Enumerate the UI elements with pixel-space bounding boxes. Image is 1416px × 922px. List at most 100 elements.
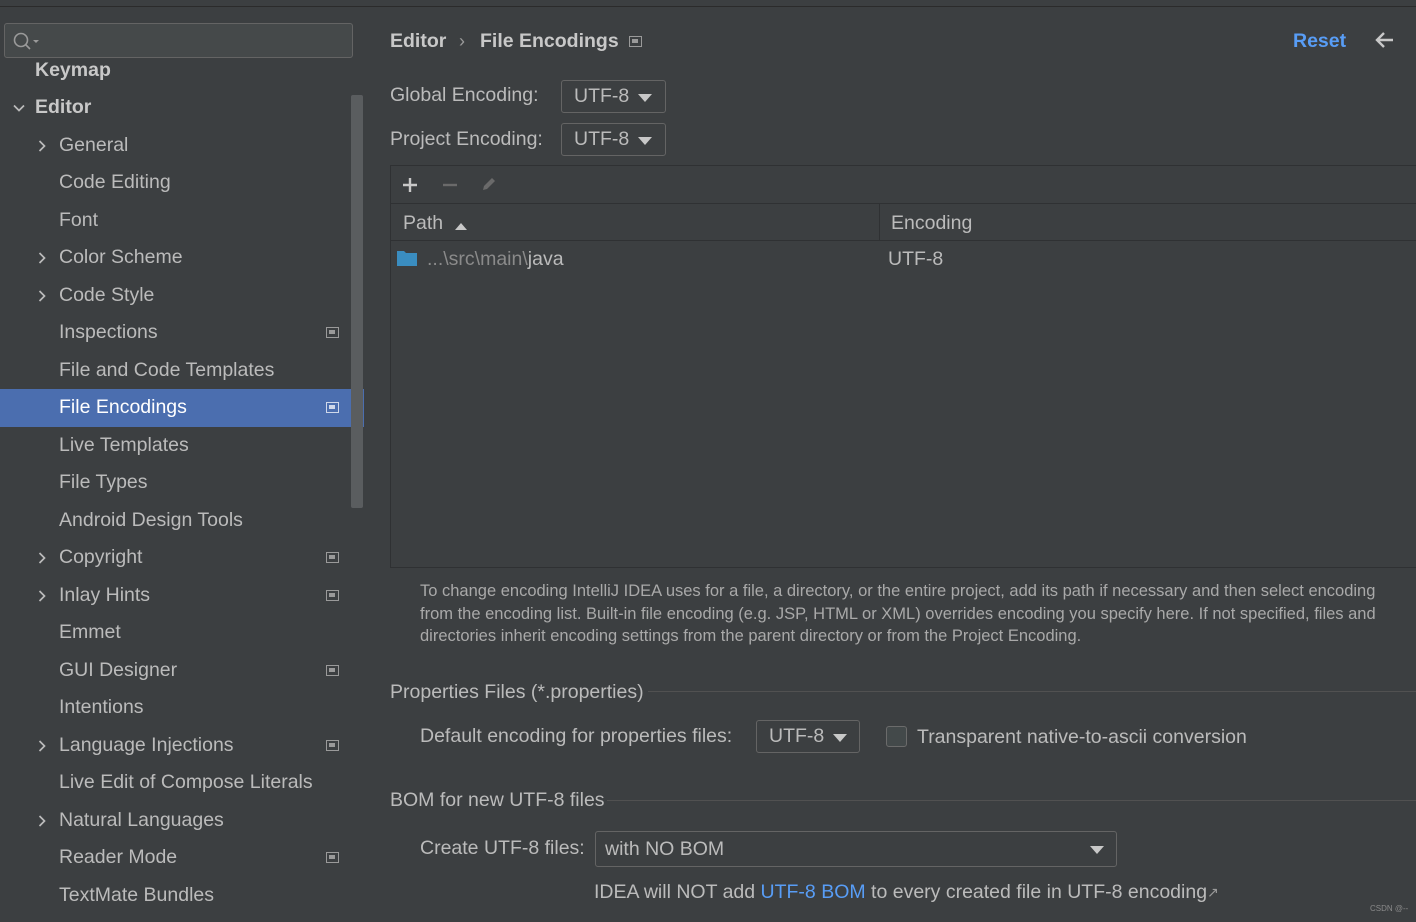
tree-item-file-types[interactable]: File Types [0, 464, 364, 502]
transparent-native-to-ascii-checkbox[interactable] [886, 726, 907, 747]
global-encoding-dropdown[interactable]: UTF-8 [561, 80, 666, 113]
tree-item-label: General [59, 133, 129, 156]
table-body: ...\src\main\java UTF-8 [391, 242, 1416, 567]
dropdown-arrow-icon [638, 94, 652, 102]
tree-item-emmet[interactable]: Emmet [0, 614, 364, 652]
table-row[interactable]: ...\src\main\java UTF-8 [391, 242, 1416, 279]
external-link-icon: ↗ [1207, 884, 1219, 900]
column-divider[interactable] [879, 204, 880, 240]
tree-item-live-templates[interactable]: Live Templates [0, 427, 364, 465]
tree-item-label: Keymap [35, 59, 111, 81]
project-settings-icon [629, 36, 642, 47]
settings-sidebar: Keymap Editor General Code Editing Font … [0, 7, 364, 922]
tree-item-editor[interactable]: Editor [0, 89, 364, 127]
tree-item-label: Emmet [59, 621, 121, 644]
bom-note: IDEA will NOT add UTF-8 BOM to every cre… [594, 881, 1207, 904]
tree-item-code-style[interactable]: Code Style [0, 277, 364, 315]
column-header-encoding[interactable]: Encoding [891, 212, 972, 235]
dropdown-arrow-icon [638, 137, 652, 145]
tree-item-label: Editor [35, 96, 92, 119]
table-toolbar [391, 166, 1416, 204]
global-encoding-value: UTF-8 [574, 85, 630, 107]
folder-icon [396, 249, 418, 267]
tree-item-copyright[interactable]: Copyright [0, 539, 364, 577]
bom-section-title: BOM for new UTF-8 files [390, 789, 605, 811]
chevron-right-icon[interactable] [35, 139, 49, 153]
chevron-right-icon[interactable] [35, 814, 49, 828]
transparent-native-to-ascii-label[interactable]: Transparent native-to-ascii conversion [917, 726, 1247, 749]
sidebar-scrollbar[interactable] [351, 95, 363, 508]
tree-item-inspections[interactable]: Inspections [0, 314, 364, 352]
chevron-down-icon[interactable] [12, 101, 26, 115]
project-settings-icon [326, 402, 339, 413]
search-icon [12, 31, 44, 53]
project-settings-icon [326, 852, 339, 863]
section-divider [648, 691, 1416, 692]
tree-item-label: Color Scheme [59, 246, 183, 269]
tree-item-code-editing[interactable]: Code Editing [0, 164, 364, 202]
tree-item-font[interactable]: Font [0, 202, 364, 240]
search-input[interactable] [45, 28, 345, 53]
edit-pencil-icon[interactable] [479, 174, 499, 194]
tree-item-label: Live Edit of Compose Literals [59, 771, 313, 794]
project-settings-icon [326, 664, 339, 676]
tree-item-android-design-tools[interactable]: Android Design Tools [0, 502, 364, 540]
tree-item-file-and-code-templates[interactable]: File and Code Templates [0, 352, 364, 390]
settings-tree: Keymap Editor General Code Editing Font … [0, 59, 364, 915]
help-line: from the encoding list. Built-in file en… [420, 604, 1376, 623]
chevron-right-icon[interactable] [35, 739, 49, 753]
tree-item-textmate-bundles[interactable]: TextMate Bundles [0, 877, 364, 915]
tree-item-label: Font [59, 208, 99, 231]
tree-item-label: TextMate Bundles [59, 883, 215, 906]
properties-encoding-dropdown[interactable]: UTF-8 [756, 720, 860, 753]
encoding-help-text: To change encoding IntelliJ IDEA uses fo… [420, 580, 1376, 648]
tree-item-label: Inlay Hints [59, 583, 151, 606]
tree-item-live-edit-of-compose-literals[interactable]: Live Edit of Compose Literals [0, 764, 364, 802]
chevron-right-icon[interactable] [35, 289, 49, 303]
reset-link[interactable]: Reset [1293, 30, 1346, 53]
bom-note-text: IDEA will NOT add [594, 881, 761, 903]
remove-icon[interactable] [441, 176, 459, 194]
tree-item-general[interactable]: General [0, 127, 364, 165]
project-encoding-dropdown[interactable]: UTF-8 [561, 123, 666, 156]
window-top-edge [0, 0, 1416, 7]
table-header: Path Encoding [391, 204, 1416, 241]
tree-item-label: Language Injections [59, 733, 234, 756]
properties-section-title: Properties Files (*.properties) [390, 681, 644, 703]
tree-item-gui-designer[interactable]: GUI Designer [0, 652, 364, 690]
global-encoding-label: Global Encoding: [390, 84, 539, 106]
utf8-bom-link[interactable]: UTF-8 BOM [761, 881, 866, 903]
settings-search-box[interactable] [4, 23, 353, 58]
tree-item-label: GUI Designer [59, 658, 178, 681]
help-line: directories inherit encoding settings fr… [420, 627, 1082, 645]
tree-item-label: File Types [59, 471, 148, 494]
help-line: To change encoding IntelliJ IDEA uses fo… [420, 582, 1376, 600]
section-divider [607, 800, 1416, 801]
tree-item-intentions[interactable]: Intentions [0, 689, 364, 727]
breadcrumb-parent[interactable]: Editor [390, 30, 446, 53]
chevron-right-icon[interactable] [35, 251, 49, 265]
tree-item-reader-mode[interactable]: Reader Mode [0, 839, 364, 877]
default-properties-encoding-label: Default encoding for properties files: [420, 725, 733, 747]
tree-item-label: Reader Mode [59, 846, 178, 869]
tree-item-keymap[interactable]: Keymap [0, 59, 364, 89]
tree-item-label: Live Templates [59, 433, 189, 456]
tree-item-file-encodings[interactable]: File Encodings [0, 389, 364, 427]
column-header-path[interactable]: Path [403, 212, 443, 235]
tree-item-inlay-hints[interactable]: Inlay Hints [0, 577, 364, 615]
tree-item-color-scheme[interactable]: Color Scheme [0, 239, 364, 277]
project-settings-icon [326, 327, 339, 338]
sort-ascending-icon[interactable] [454, 218, 468, 230]
add-icon[interactable] [401, 176, 419, 194]
chevron-right-icon[interactable] [35, 589, 49, 603]
tree-item-natural-languages[interactable]: Natural Languages [0, 802, 364, 840]
tree-item-label: Copyright [59, 546, 143, 569]
create-utf8-files-dropdown[interactable]: with NO BOM [595, 831, 1117, 867]
properties-encoding-value: UTF-8 [769, 725, 825, 747]
path-encoding-table: Path Encoding ...\src\main\java UTF-8 [390, 165, 1416, 568]
back-arrow-icon[interactable] [1374, 29, 1396, 51]
dropdown-arrow-icon [833, 734, 847, 742]
tree-item-label: File Encodings [59, 396, 187, 419]
chevron-right-icon[interactable] [35, 551, 49, 565]
tree-item-language-injections[interactable]: Language Injections [0, 727, 364, 765]
